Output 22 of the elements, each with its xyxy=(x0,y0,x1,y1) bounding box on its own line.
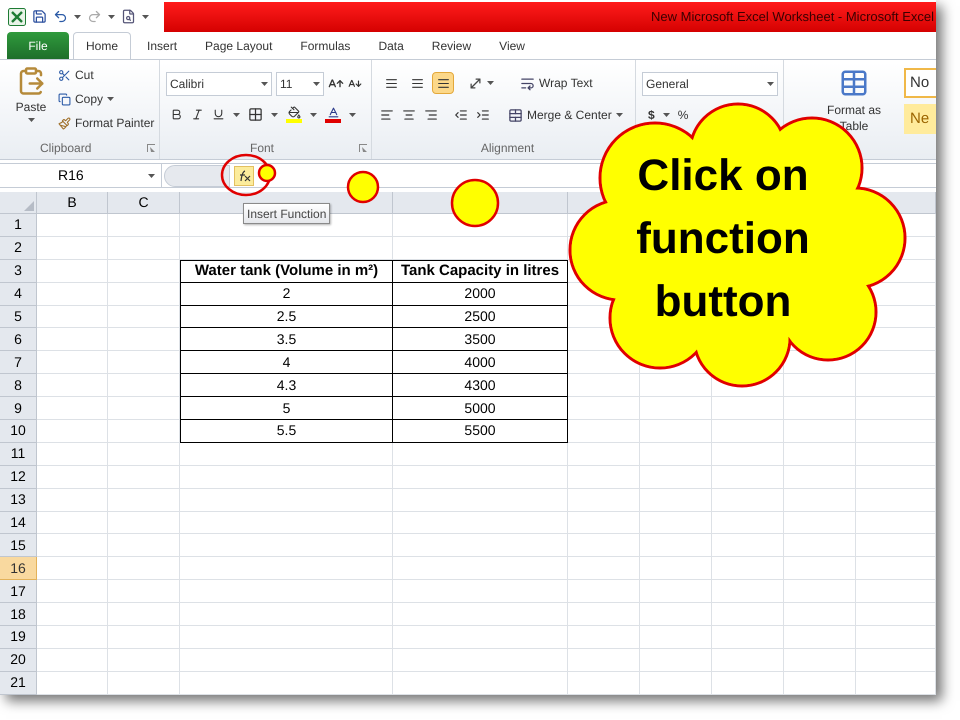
table-cell-text: 3500 xyxy=(464,330,496,349)
table-cell-text: 2000 xyxy=(464,284,496,304)
table-cell-text: 5.5 xyxy=(276,421,296,440)
table-cell-text: 4300 xyxy=(464,376,496,395)
group-label: Alignment xyxy=(480,140,534,157)
table-cell-text: 4000 xyxy=(464,352,496,372)
table-cell-text: 2500 xyxy=(464,307,496,326)
window-title: New Microsoft Excel Worksheet - Microsoft Excel xyxy=(651,8,934,26)
table-cell-text: 5 xyxy=(282,398,290,418)
table-header-cell-text: Water tank (Volume in m²) xyxy=(194,260,378,281)
table-cell-text: 2 xyxy=(282,284,290,304)
tooltip: Insert Function xyxy=(243,203,330,224)
table-cell-text: 4.3 xyxy=(276,376,296,395)
table-cell-text: 5000 xyxy=(464,398,496,418)
callout-text: Click on function button xyxy=(635,150,811,328)
table-header-cell-text: Tank Capacity in litres xyxy=(400,260,560,281)
group-label: Font xyxy=(249,140,274,157)
group-label: Clipboard xyxy=(39,140,92,157)
table-cell-text: 2.5 xyxy=(276,307,296,326)
table-cell-text: 5500 xyxy=(464,421,496,440)
table-cell-text: 3.5 xyxy=(276,330,296,349)
table-cell-text: 4 xyxy=(282,352,290,372)
